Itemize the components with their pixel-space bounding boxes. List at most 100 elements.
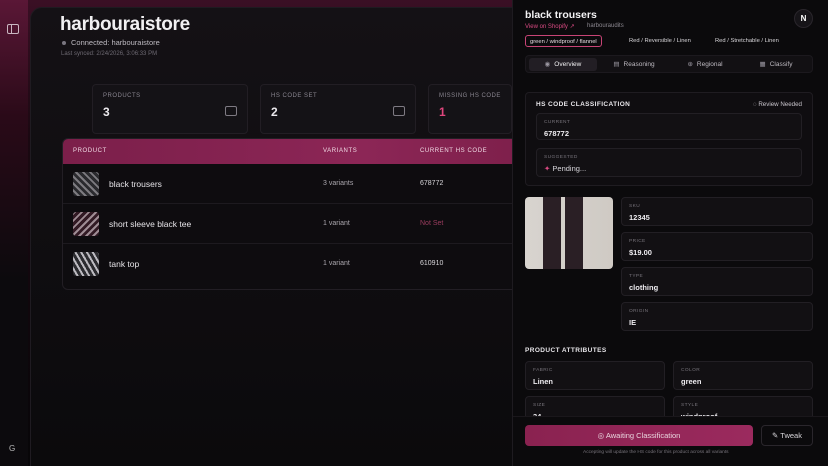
classification-heading: HS CODE CLASSIFICATION <box>536 101 631 108</box>
stat-value: 1 <box>439 105 446 119</box>
barcode-icon <box>393 106 405 116</box>
product-name: black trousers <box>109 179 162 189</box>
store-title: harbouraistore <box>60 14 190 35</box>
tab-overview[interactable]: ◉ Overview <box>529 58 597 71</box>
brand-logo-button[interactable]: N <box>794 9 813 28</box>
product-thumbnail <box>73 252 99 276</box>
attribute-label: FABRIC <box>533 368 553 373</box>
panel-footer: ◎ Awaiting Classification ✎ Tweak Accept… <box>513 416 828 466</box>
attribute-value: Linen <box>533 377 553 386</box>
tweak-label: Tweak <box>780 431 802 440</box>
tab-label: Regional <box>696 61 723 68</box>
view-on-shopify-label: View on Shopify <box>525 24 568 30</box>
product-name: tank top <box>109 259 140 269</box>
attribute-label: SIZE <box>533 403 546 408</box>
footer-note: Accepting will update the HS code for th… <box>583 450 729 455</box>
stat-card-products: PRODUCTS 3 <box>92 84 248 134</box>
current-value: 678772 <box>544 129 570 138</box>
stat-card-hs-code-set: HS CODE SET 2 <box>260 84 416 134</box>
stat-value: 2 <box>271 105 278 119</box>
column-header-hs-code[interactable]: CURRENT HS CODE <box>420 148 487 154</box>
product-variants: 1 variant <box>323 260 350 267</box>
review-needed-badge: ◌ Review Needed <box>753 101 802 108</box>
last-synced: Last synced: 2/24/2026, 3:06:33 PM <box>61 51 158 57</box>
view-on-shopify-link[interactable]: View on Shopify ↗ <box>525 23 575 30</box>
stat-label: PRODUCTS <box>103 93 141 99</box>
calendar-icon: ▦ <box>759 61 766 68</box>
product-thumbnail <box>73 172 99 196</box>
awaiting-label: Awaiting Classification <box>605 431 681 440</box>
detail-label: SKU <box>629 204 641 209</box>
pencil-icon: ✎ <box>772 431 779 440</box>
status-dot-icon <box>62 41 66 46</box>
shield-icon: ◌ <box>752 101 757 108</box>
product-hs-code: 610910 <box>420 260 444 267</box>
panel-tabs: ◉ Overview ▤ Reasoning ⊕ Regional ▦ Classify <box>525 55 813 73</box>
column-header-variants[interactable]: VARIANTS <box>323 148 357 154</box>
attribute-label: COLOR <box>681 368 701 373</box>
store-handle: harbouraudits <box>587 23 624 29</box>
detail-label: PRICE <box>629 239 646 244</box>
detail-value: IE <box>629 318 637 327</box>
suggested-value: ✦ Pending... <box>544 164 586 173</box>
stat-value: 3 <box>103 105 110 119</box>
sidebar-toggle-icon[interactable] <box>7 24 19 34</box>
store-icon <box>225 106 237 116</box>
rail-footer-label: G <box>9 444 16 453</box>
suggested-code-box: SUGGESTED ✦ Pending... <box>536 148 802 177</box>
detail-value: 12345 <box>629 213 650 222</box>
sparkle-icon: ✦ <box>544 164 551 173</box>
trouser-leg-shape <box>565 197 583 269</box>
tab-label: Reasoning <box>623 61 655 68</box>
panel-title: black trousers <box>525 9 597 21</box>
suggested-text: Pending... <box>552 164 587 173</box>
stat-label: HS CODE SET <box>271 93 318 99</box>
product-variants: 1 variant <box>323 220 350 227</box>
tab-label: Classify <box>769 61 793 68</box>
product-image <box>525 197 613 269</box>
tab-label: Overview <box>554 61 582 68</box>
tab-classify[interactable]: ▦ Classify <box>742 58 810 71</box>
attribute-color: COLOR green <box>673 361 813 390</box>
review-needed-label: Review Needed <box>758 101 802 108</box>
table-row[interactable]: black trousers 3 variants 678772 <box>63 164 561 204</box>
external-link-icon: ↗ <box>569 24 575 30</box>
column-header-product[interactable]: PRODUCT <box>73 148 107 154</box>
product-hs-code: Not Set <box>420 220 444 227</box>
variant-chip[interactable]: Red / Stretchable / Linen <box>711 35 783 47</box>
current-code-box: CURRENT 678772 <box>536 113 802 140</box>
detail-price: PRICE $19.00 <box>621 232 813 261</box>
product-thumbnail <box>73 212 99 236</box>
table-row[interactable]: short sleeve black tee 1 variant Not Set <box>63 204 561 244</box>
variant-chip-selected[interactable]: green / windproof / flannel <box>525 35 602 47</box>
detail-value: $19.00 <box>629 248 652 257</box>
tweak-button[interactable]: ✎ Tweak <box>761 425 813 446</box>
detail-label: TYPE <box>629 274 644 279</box>
eye-icon: ◉ <box>544 61 551 68</box>
table-row[interactable]: tank top 1 variant 610910 <box>63 244 561 284</box>
detail-type: TYPE clothing <box>621 267 813 296</box>
globe-icon: ⊕ <box>687 61 693 68</box>
hs-classification-card: HS CODE CLASSIFICATION ◌ Review Needed C… <box>525 92 813 186</box>
stat-card-missing-hs-code: MISSING HS CODE 1 <box>428 84 512 134</box>
detail-value: clothing <box>629 283 659 292</box>
attributes-heading: PRODUCT ATTRIBUTES <box>525 347 607 354</box>
tab-reasoning[interactable]: ▤ Reasoning <box>600 58 668 71</box>
current-label: CURRENT <box>544 120 571 125</box>
product-name: short sleeve black tee <box>109 219 192 229</box>
detail-origin: ORIGIN IE <box>621 302 813 331</box>
stat-label: MISSING HS CODE <box>439 93 501 99</box>
detail-label: ORIGIN <box>629 309 649 314</box>
products-table: PRODUCT VARIANTS CURRENT HS CODE black t… <box>62 138 562 290</box>
tab-regional[interactable]: ⊕ Regional <box>671 58 739 71</box>
attribute-fabric: FABRIC Linen <box>525 361 665 390</box>
variant-chip[interactable]: Red / Reversible / Linen <box>625 35 695 47</box>
awaiting-classification-button[interactable]: ◎ Awaiting Classification <box>525 425 753 446</box>
table-header: PRODUCT VARIANTS CURRENT HS CODE <box>63 139 561 164</box>
product-detail-panel: black trousers N View on Shopify ↗ harbo… <box>512 0 828 466</box>
check-circle-icon: ◎ <box>597 431 605 440</box>
attribute-value: green <box>681 377 702 386</box>
suggested-label: SUGGESTED <box>544 155 578 160</box>
product-hs-code: 678772 <box>420 180 444 187</box>
connection-status: Connected: harbouraistore <box>62 38 160 47</box>
